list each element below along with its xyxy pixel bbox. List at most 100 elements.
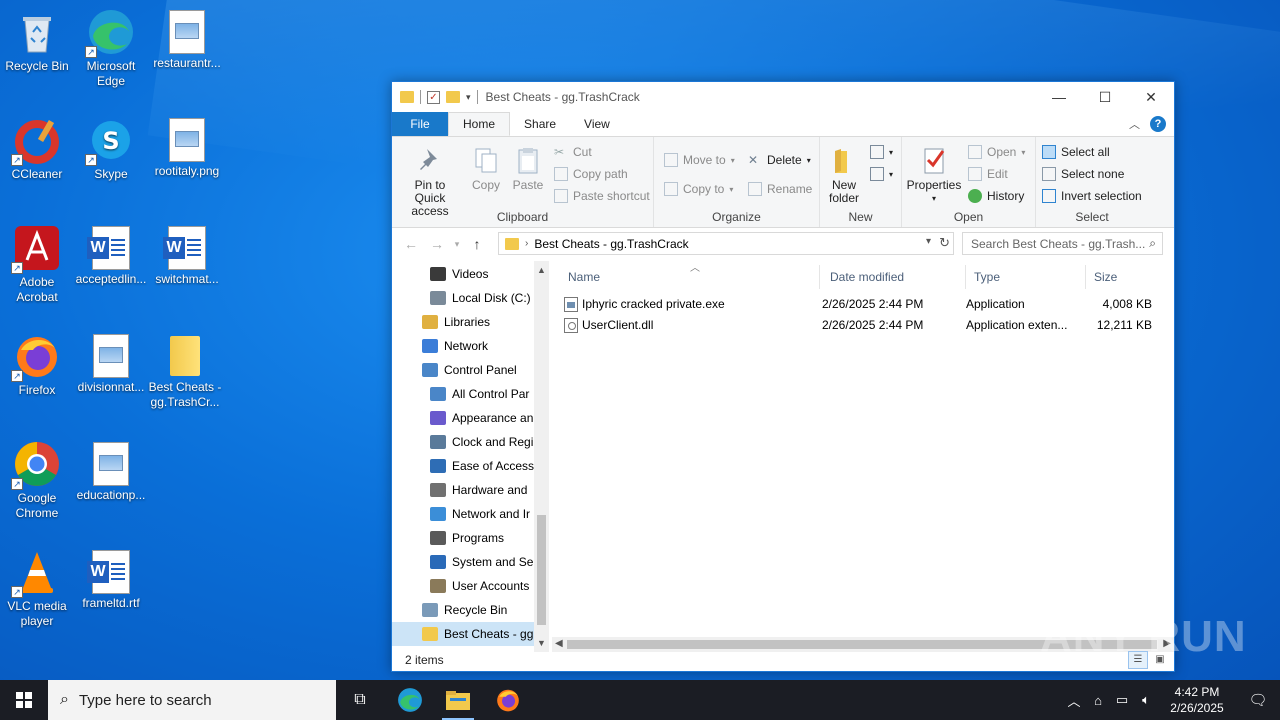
desktop-icon-edge[interactable]: ↗ Microsoft Edge [74,8,148,89]
move-to-button[interactable]: Move to ▾ [664,151,735,169]
chevron-up-icon[interactable]: ︿ [1062,691,1086,710]
nav-item[interactable]: Network and Ir [392,502,534,526]
refresh-icon[interactable]: ↻ [939,235,950,251]
rename-button[interactable]: Rename [748,180,812,198]
properties-check-icon[interactable]: ✓ [427,90,440,104]
desktop-icon-acrobat[interactable]: ↗ Adobe Acrobat [0,224,74,305]
desktop-icon-chrome[interactable]: ↗ Google Chrome [0,440,74,521]
system-tray: ︿ ⌂ ▭ 🔈︎ 4:42 PM 2/26/2025 🗨︎ [1062,680,1280,720]
scroll-down-icon[interactable]: ▼ [534,638,549,648]
start-button[interactable] [0,680,48,720]
nav-item[interactable]: Best Cheats - gg [392,622,534,646]
navigation-scrollbar[interactable]: ▲ ▼ [534,261,549,652]
desktop-icon-ccleaner[interactable]: ↗ CCleaner [0,116,74,182]
recent-locations-icon[interactable]: ▾ [450,239,464,250]
chevron-down-icon[interactable]: ▾ [926,236,931,247]
desktop-icon-educationp[interactable]: educationp... [74,440,148,503]
nav-item[interactable]: Videos [392,262,534,286]
close-button[interactable]: ✕ [1128,82,1174,112]
taskbar-firefox-button[interactable] [484,680,532,720]
edit-button[interactable]: Edit [968,165,1008,183]
paste-shortcut-button[interactable]: Paste shortcut [554,187,650,205]
desktop-icon-restaurant-file[interactable]: restaurantr... [150,8,224,71]
easy-access-button[interactable]: ▾ [870,165,893,183]
desktop-icon-best-cheats-folder[interactable]: Best Cheats - gg.TrashCr... [148,332,222,410]
desktop-icon-vlc[interactable]: ↗ VLC media player [0,548,74,629]
column-header-date[interactable]: Date modified [822,265,966,289]
network-icon[interactable]: ▭ [1110,692,1134,708]
tab-file[interactable]: File [392,112,448,136]
nav-item[interactable]: Recycle Bin [392,598,534,622]
desktop-icon-firefox[interactable]: ↗ Firefox [0,332,74,398]
select-none-button[interactable]: Select none [1042,165,1124,183]
desktop-icon-frameltd[interactable]: W frameltd.rtf [74,548,148,611]
task-view-button[interactable]: ⧉ [336,680,384,720]
pin-to-quick-access-button[interactable]: Pin to Quick access [398,145,462,218]
scroll-left-icon[interactable]: ◀ [555,638,563,649]
invert-selection-button[interactable]: Invert selection [1042,187,1142,205]
desktop-icon-divisionnat[interactable]: divisionnat... [74,332,148,395]
paste-button[interactable]: Paste [508,145,548,192]
file-row[interactable]: Iphyric cracked private.exe 2/26/2025 2:… [560,294,1160,314]
nav-item[interactable]: Local Disk (C:) [392,286,534,310]
desktop-icon-skype[interactable]: S ↗ Skype [74,116,148,182]
tab-home[interactable]: Home [448,112,511,136]
nav-item[interactable]: User Accounts [392,574,534,598]
nav-item[interactable]: Ease of Access [392,454,534,478]
nav-item[interactable]: Network [392,334,534,358]
copy-to-button[interactable]: Copy to ▾ [664,180,733,198]
nav-item-label: Clock and Regi [452,435,534,449]
copy-button[interactable]: Copy [466,145,506,192]
column-header-size[interactable]: Size [1086,265,1166,289]
delete-button[interactable]: ✕ Delete ▾ [748,151,811,169]
volume-icon[interactable]: 🔈︎ [1134,692,1158,708]
open-button[interactable]: Open ▾ [968,143,1025,161]
scrollbar-thumb[interactable] [537,515,546,625]
search-input[interactable]: Search Best Cheats - gg.Trash... ⌕ [962,232,1163,255]
desktop-icon-recycle-bin[interactable]: Recycle Bin [0,8,74,74]
nav-item[interactable]: Hardware and [392,478,534,502]
new-item-button[interactable]: ▾ [870,143,893,161]
properties-button[interactable]: Properties ▾ [906,145,962,205]
select-all-button[interactable]: Select all [1042,143,1110,161]
forward-arrow-icon[interactable]: → [424,236,450,252]
tab-view[interactable]: View [570,112,624,136]
minimize-button[interactable]: — [1036,82,1082,112]
cut-button[interactable]: ✂ Cut [554,143,592,161]
desktop-icon-acceptedlin[interactable]: W acceptedlin... [74,224,148,287]
file-row[interactable]: UserClient.dll 2/26/2025 2:44 PM Applica… [560,315,1160,335]
taskbar-file-explorer-button[interactable] [434,680,482,720]
chevron-down-icon[interactable]: ▾ [466,92,471,103]
device-icon[interactable]: ⌂ [1086,693,1110,708]
title-bar[interactable]: ✓ ▾ Best Cheats - gg.TrashCrack — ☐ ✕ [392,82,1174,112]
nav-item[interactable]: All Control Par [392,382,534,406]
column-header-name[interactable]: Name [560,265,820,289]
nav-item[interactable]: Control Panel [392,358,534,382]
chevron-right-icon[interactable]: › [525,238,528,249]
maximize-button[interactable]: ☐ [1082,82,1128,112]
collapse-ribbon-icon[interactable]: ︿ [1129,116,1140,132]
help-icon[interactable]: ? [1150,116,1166,132]
nav-item[interactable]: Clock and Regi [392,430,534,454]
new-folder-button[interactable]: New folder [824,145,864,205]
ribbon: Pin to Quick access Copy Paste ✂ Cut Cop… [392,136,1174,228]
scroll-up-icon[interactable]: ▲ [534,265,549,275]
back-arrow-icon[interactable]: ← [398,236,424,252]
taskbar-edge-button[interactable] [386,680,434,720]
desktop-icon-switchmat[interactable]: W switchmat... [150,224,224,287]
desktop-icon-rootitaly[interactable]: rootitaly.png [150,116,224,179]
taskbar-search-box[interactable]: ⌕ Type here to search [48,680,336,720]
history-button[interactable]: History [968,187,1024,205]
nav-item[interactable]: Programs [392,526,534,550]
copy-path-button[interactable]: Copy path [554,165,628,183]
nav-item[interactable]: System and Se [392,550,534,574]
clock[interactable]: 4:42 PM 2/26/2025 [1158,684,1236,716]
up-arrow-icon[interactable]: ↑ [464,236,490,252]
tab-share[interactable]: Share [510,112,570,136]
nav-item[interactable]: Libraries [392,310,534,334]
address-bar[interactable]: › Best Cheats - gg.TrashCrack ▾ ↻ [498,232,954,255]
nav-item[interactable]: Appearance an [392,406,534,430]
notifications-button[interactable]: 🗨︎ [1236,680,1280,720]
column-header-type[interactable]: Type [966,265,1086,289]
new-folder-quick-icon[interactable] [446,91,460,103]
